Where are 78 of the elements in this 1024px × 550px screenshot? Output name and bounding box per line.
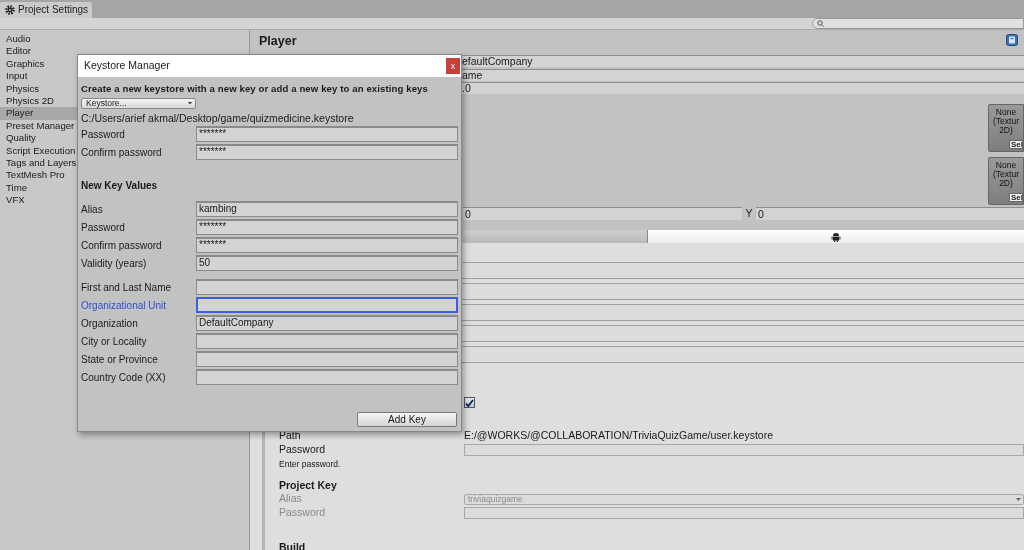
- checkbox[interactable]: [464, 397, 475, 408]
- file-path: E:/@WORKS/@COLLABORATION/TriviaQuizGame/user.keystore: [464, 428, 773, 444]
- caret-icon: [1016, 497, 1021, 501]
- field-label: Alias: [279, 491, 303, 507]
- text-field[interactable]: [462, 283, 1024, 300]
- section-title: Player: [259, 34, 297, 48]
- field-label: Organization: [81, 316, 139, 331]
- field-label: Password: [279, 505, 327, 521]
- text-field[interactable]: [462, 262, 1024, 279]
- field-label: Confirm password: [81, 145, 163, 160]
- text-field[interactable]: *******: [196, 219, 458, 235]
- text-field[interactable]: kambing: [196, 201, 458, 217]
- window-title: Keystore Manager: [84, 58, 170, 74]
- texture-slot[interactable]: None (Textur 2D) Sel: [988, 104, 1024, 152]
- number-field[interactable]: 0: [756, 207, 1024, 220]
- close-button[interactable]: x: [446, 58, 460, 74]
- hint-text: Enter password.: [279, 458, 342, 471]
- number-field[interactable]: 0: [463, 207, 742, 220]
- text-field[interactable]: DefaultCompany: [196, 315, 458, 331]
- text-field[interactable]: *******: [196, 237, 458, 253]
- slot-label: 2D): [999, 179, 1013, 188]
- field-label: Password: [81, 127, 126, 142]
- slot-label: (Textur: [993, 170, 1019, 179]
- text-field[interactable]: efaultCompany: [462, 55, 1024, 68]
- keystore-dropdown[interactable]: Keystore...: [81, 98, 196, 109]
- password-field[interactable]: [464, 444, 1024, 456]
- text-field[interactable]: *******: [196, 126, 458, 142]
- text-field[interactable]: 50: [196, 255, 458, 271]
- slot-label: 2D): [999, 126, 1013, 135]
- section-title: New Key Values: [81, 179, 159, 193]
- text-field[interactable]: [196, 351, 458, 367]
- section-title: Project Key: [279, 478, 338, 492]
- texture-slot[interactable]: None (Textur 2D) Sel: [988, 157, 1024, 205]
- text-field[interactable]: [462, 346, 1024, 363]
- field-label: Password: [279, 442, 327, 458]
- add-key-button[interactable]: Add Key: [357, 412, 457, 427]
- field-label: Password: [81, 220, 126, 235]
- select-button[interactable]: Sel: [1009, 140, 1023, 149]
- text-field[interactable]: [196, 279, 458, 295]
- axis-label: Y: [744, 205, 754, 221]
- search-icon: [817, 20, 824, 27]
- platform-tab[interactable]: [648, 230, 1024, 243]
- text-field[interactable]: [196, 297, 458, 313]
- slot-label: (Textur: [993, 117, 1019, 126]
- field-label: Organizational Unit: [81, 298, 168, 313]
- check-icon: [465, 398, 474, 407]
- file-path: C:/Users/arief akmal/Desktop/game/quizmedicine.keystore: [81, 111, 355, 125]
- field-label: City or Locality: [81, 334, 148, 349]
- field-label: Alias: [81, 202, 104, 217]
- caret-icon: [188, 102, 192, 105]
- sidebar-item[interactable]: Editor: [0, 45, 249, 58]
- text-field[interactable]: .0: [462, 82, 1024, 95]
- select-button[interactable]: Sel: [1009, 193, 1023, 202]
- text-field[interactable]: [196, 333, 458, 349]
- field-label: Validity (years): [81, 256, 148, 271]
- gear-icon: [5, 5, 15, 15]
- slot-label: None: [995, 108, 1017, 117]
- field-label: State or Province: [81, 352, 159, 367]
- android-icon: [831, 231, 841, 242]
- slot-label: None: [995, 161, 1017, 170]
- dropdown-value: Keystore...: [86, 99, 127, 108]
- text-field[interactable]: ame: [462, 68, 1024, 81]
- field-label: Country Code (XX): [81, 370, 167, 385]
- help-icon: [1006, 34, 1018, 46]
- dialog-heading: Create a new keystore with a new key or add a new key to an existing keys: [81, 82, 429, 95]
- search-field[interactable]: [812, 18, 1024, 29]
- text-field[interactable]: [196, 369, 458, 385]
- text-field[interactable]: [462, 325, 1024, 342]
- field-label: First and Last Name: [81, 280, 173, 295]
- platform-tab[interactable]: [463, 230, 648, 243]
- tab-title: Project Settings: [18, 5, 89, 15]
- dropdown-value: triviaquizgame: [468, 494, 523, 504]
- password-field[interactable]: [464, 507, 1024, 519]
- field-label: Confirm password: [81, 238, 163, 253]
- text-field[interactable]: *******: [196, 144, 458, 160]
- text-field[interactable]: [462, 304, 1024, 321]
- sidebar-item[interactable]: Audio: [0, 33, 249, 46]
- window-tab[interactable]: Project Settings: [0, 2, 92, 18]
